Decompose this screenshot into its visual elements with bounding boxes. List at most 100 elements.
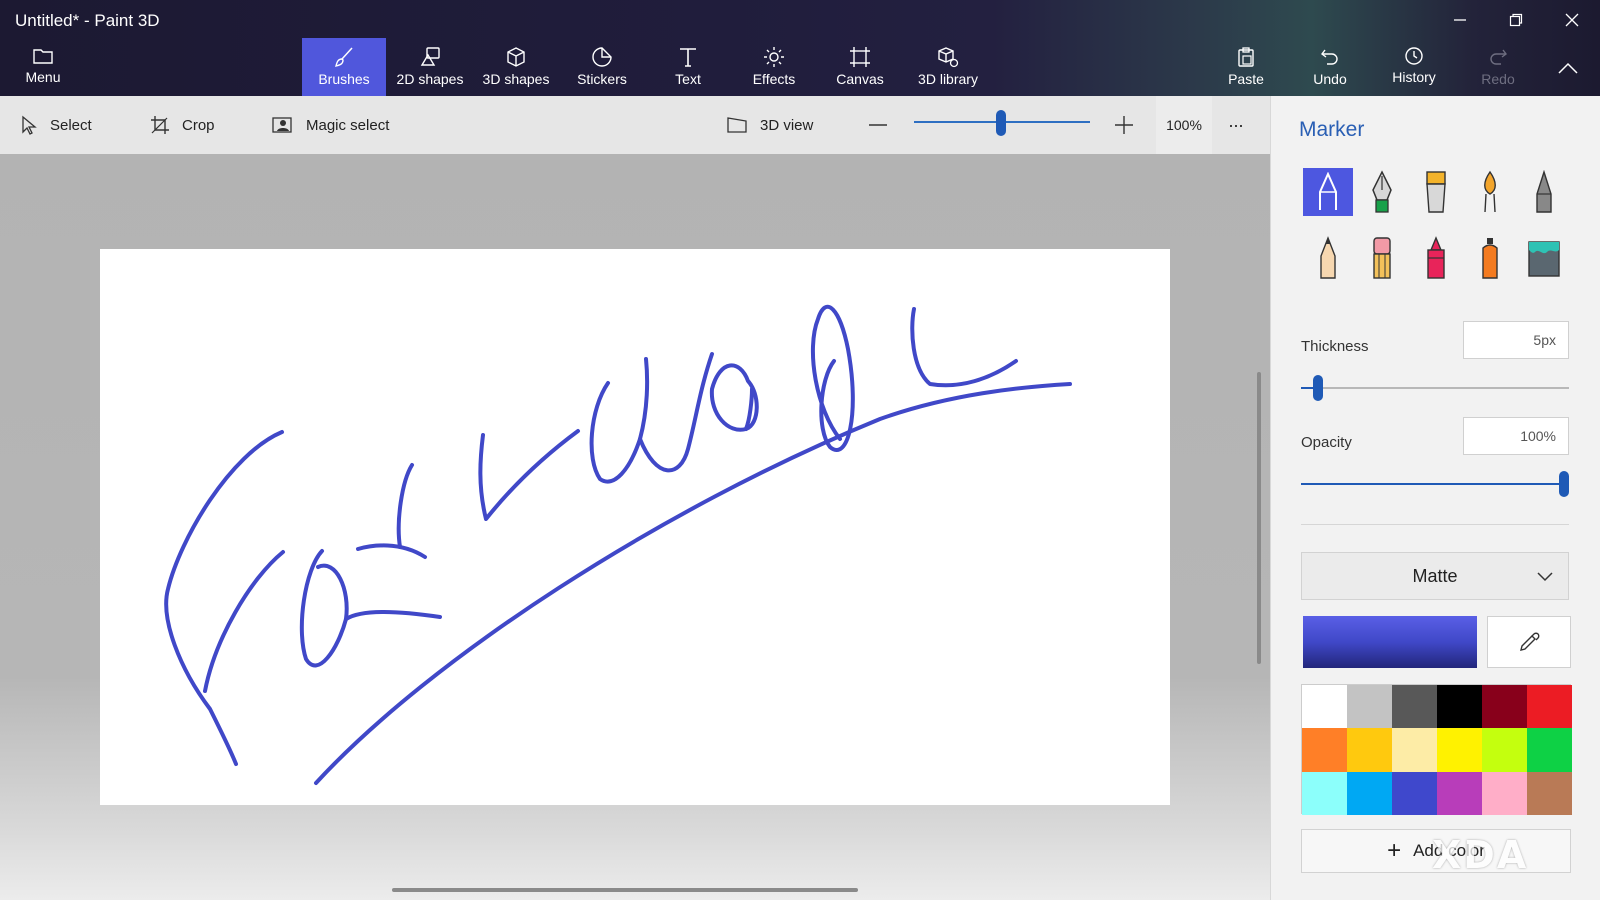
thickness-label: Thickness	[1301, 338, 1369, 355]
brush-eraser[interactable]	[1357, 234, 1407, 282]
color-swatch[interactable]	[1437, 728, 1482, 772]
action-label: Redo	[1481, 71, 1515, 87]
3d-view-label: 3D view	[760, 116, 814, 134]
eraser-icon	[1373, 237, 1391, 279]
drawing-canvas[interactable]	[100, 249, 1170, 805]
opacity-slider-thumb[interactable]	[1559, 471, 1569, 497]
opacity-slider-fill[interactable]	[1301, 483, 1563, 485]
color-swatch[interactable]	[1392, 771, 1437, 815]
brush-marker[interactable]	[1303, 168, 1353, 216]
color-swatch[interactable]	[1482, 685, 1527, 729]
finish-dropdown[interactable]: Matte	[1301, 552, 1569, 600]
color-swatch[interactable]	[1302, 685, 1347, 729]
menu-button[interactable]: Menu	[14, 38, 72, 96]
tab-stickers[interactable]: Stickers	[560, 38, 644, 96]
tab-label: Brushes	[318, 71, 370, 87]
color-swatch[interactable]	[1437, 685, 1482, 729]
thickness-slider-track[interactable]	[1301, 387, 1569, 389]
undo-icon	[1321, 49, 1338, 65]
color-swatch[interactable]	[1527, 728, 1572, 772]
minimize-button[interactable]	[1432, 6, 1488, 34]
color-swatch[interactable]	[1392, 728, 1437, 772]
collapse-ribbon-button[interactable]	[1546, 54, 1590, 82]
thickness-slider-thumb[interactable]	[1313, 375, 1323, 401]
zoom-percent[interactable]: 100%	[1156, 96, 1212, 154]
color-swatch[interactable]	[1392, 685, 1437, 729]
handwritten-strokes	[164, 304, 1072, 785]
tab-label: Text	[675, 71, 701, 87]
plus-icon: +	[1387, 837, 1402, 864]
tab-label: Effects	[752, 71, 796, 87]
brush-crayon[interactable]	[1411, 234, 1461, 282]
tab-text[interactable]: Text	[646, 38, 730, 96]
brush-oil[interactable]	[1411, 168, 1461, 216]
paste-button[interactable]: Paste	[1206, 38, 1286, 96]
tab-2d-shapes[interactable]: 2D shapes	[388, 38, 472, 96]
tab-3d-shapes[interactable]: 3D shapes	[474, 38, 558, 96]
tab-brushes[interactable]: Brushes	[302, 38, 386, 96]
color-swatch[interactable]	[1482, 728, 1527, 772]
brush-pixel-pen[interactable]	[1519, 168, 1569, 216]
more-options-button[interactable]: ···	[1228, 96, 1244, 154]
tab-canvas[interactable]: Canvas	[818, 38, 902, 96]
color-swatch[interactable]	[1437, 771, 1482, 815]
folder-icon	[33, 49, 53, 64]
eyedropper-button[interactable]	[1487, 616, 1571, 668]
tab-label: Canvas	[836, 71, 884, 87]
color-swatch[interactable]	[1347, 728, 1392, 772]
color-palette	[1301, 684, 1572, 815]
more-icon: ···	[1228, 114, 1244, 135]
zoom-in-button[interactable]	[1114, 96, 1146, 154]
zoom-slider-thumb[interactable]	[996, 110, 1006, 136]
magic-select-button[interactable]: Magic select	[272, 96, 389, 154]
window-title: Untitled* - Paint 3D	[15, 11, 160, 30]
brush-watercolor[interactable]	[1465, 168, 1515, 216]
text-icon	[680, 48, 696, 67]
tab-label: 3D library	[918, 71, 978, 87]
color-swatch[interactable]	[1302, 728, 1347, 772]
color-swatch[interactable]	[1347, 771, 1392, 815]
brush-icon	[335, 47, 353, 67]
current-color-swatch[interactable]	[1303, 616, 1477, 668]
color-swatch[interactable]	[1527, 771, 1572, 815]
color-swatch[interactable]	[1302, 771, 1347, 815]
restore-button[interactable]	[1488, 6, 1544, 34]
redo-icon	[1490, 49, 1507, 65]
3d-view-icon	[727, 117, 747, 133]
horizontal-scrollbar[interactable]	[392, 888, 858, 892]
crop-button[interactable]: Crop	[150, 96, 215, 154]
magic-select-icon	[272, 117, 292, 133]
vertical-scrollbar[interactable]	[1257, 372, 1261, 664]
color-swatch[interactable]	[1527, 685, 1572, 729]
sun-icon	[764, 47, 784, 67]
watermark-logo: XDA	[1432, 833, 1529, 877]
minus-icon	[869, 124, 887, 126]
undo-button[interactable]: Undo	[1290, 38, 1370, 96]
tab-effects[interactable]: Effects	[732, 38, 816, 96]
oil-brush-icon	[1426, 171, 1446, 213]
close-icon	[1565, 13, 1579, 27]
brush-calligraphy-pen[interactable]	[1357, 168, 1407, 216]
color-swatch[interactable]	[1482, 771, 1527, 815]
secondary-toolbar: Select Crop Magic select 3D view ···	[0, 96, 1270, 154]
brush-spray-can[interactable]	[1465, 234, 1515, 282]
spray-can-icon	[1482, 238, 1498, 279]
clipboard-icon	[1238, 47, 1254, 67]
crop-icon	[151, 116, 169, 134]
3d-view-button[interactable]: 3D view	[726, 96, 813, 154]
finish-value: Matte	[1412, 565, 1458, 586]
brush-fill[interactable]	[1519, 234, 1569, 282]
brush-pencil[interactable]	[1303, 234, 1353, 282]
action-label: History	[1392, 69, 1436, 85]
history-button[interactable]: History	[1374, 38, 1454, 96]
thickness-input[interactable]: 5px	[1463, 321, 1569, 359]
redo-button[interactable]: Redo	[1458, 38, 1538, 96]
select-button[interactable]: Select	[20, 96, 92, 154]
color-swatch[interactable]	[1347, 685, 1392, 729]
tab-3d-library[interactable]: 3D library	[904, 38, 992, 96]
brush-panel: Marker Thickness 5px Opacity 100% Matte …	[1270, 96, 1600, 900]
close-button[interactable]	[1544, 6, 1600, 34]
zoom-out-button[interactable]	[868, 96, 900, 154]
opacity-label: Opacity	[1301, 434, 1352, 451]
opacity-input[interactable]: 100%	[1463, 417, 1569, 455]
